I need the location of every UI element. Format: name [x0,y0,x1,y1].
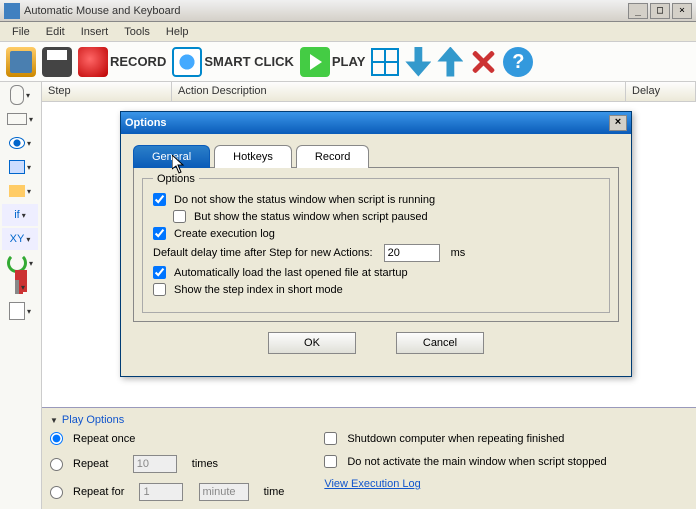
column-headers: Step Action Description Delay [42,82,696,102]
tab-general[interactable]: General [133,145,210,168]
checkbox-autoload[interactable] [153,266,166,279]
smart-click-label: SMART CLICK [204,54,294,69]
col-action[interactable]: Action Description [172,82,626,101]
eye-icon [172,47,202,77]
repeat-count-input[interactable]: 10 [133,455,177,473]
move-up-button[interactable] [437,47,463,77]
label-ms: ms [451,247,466,259]
help-icon: ? [503,47,533,77]
play-icon [300,47,330,77]
sidebar-mouse[interactable]: ▾ [2,84,38,106]
save-icon [42,47,72,77]
checkbox-create-log[interactable] [153,227,166,240]
dialog-close-button[interactable]: × [609,115,627,131]
tab-record[interactable]: Record [296,145,369,168]
delete-button[interactable] [469,48,497,76]
col-delay[interactable]: Delay [626,82,696,101]
minimize-button[interactable]: _ [628,3,648,19]
label-no-activate: Do not activate the main window when scr… [347,456,606,468]
radio-repeat[interactable] [50,458,63,471]
play-options-header[interactable]: Play Options [50,412,688,432]
repeat-for-unit[interactable]: minute [199,483,249,501]
sidebar-flag[interactable]: ▾ [2,276,38,298]
sidebar-window[interactable]: ▾ [2,156,38,178]
radio-repeat-once[interactable] [50,432,63,445]
open-button[interactable] [6,47,36,77]
checkbox-show-status-paused[interactable] [173,210,186,223]
play-options-panel: Play Options Repeat once Repeat 10 times… [42,407,696,509]
menu-help[interactable]: Help [158,24,197,40]
radio-repeat-for[interactable] [50,486,63,499]
menu-tools[interactable]: Tools [116,24,158,40]
options-dialog: Options × General Hotkeys Record Options… [120,111,632,377]
label-repeat-for: Repeat for [73,486,124,498]
dialog-titlebar[interactable]: Options × [121,112,631,134]
checkbox-hide-status[interactable] [153,193,166,206]
sidebar-loop[interactable]: ▾ [2,252,38,274]
sidebar-xy[interactable]: XY▾ [2,228,38,250]
grid-button[interactable] [371,48,399,76]
smart-click-button[interactable]: SMART CLICK [172,47,294,77]
titlebar: Automatic Mouse and Keyboard _ □ × [0,0,696,22]
record-label: RECORD [110,54,166,69]
window-title: Automatic Mouse and Keyboard [24,5,628,17]
menubar: File Edit Insert Tools Help [0,22,696,42]
label-create-log: Create execution log [174,228,275,240]
label-repeat: Repeat [73,458,108,470]
folder-open-icon [6,47,36,77]
sidebar-if[interactable]: if▾ [2,204,38,226]
label-short-index: Show the step index in short mode [174,284,343,296]
sidebar: ▾ ▾ ▾ ▾ ▾ if▾ XY▾ ▾ ▾ ▾ [0,82,42,509]
record-icon [78,47,108,77]
play-label: PLAY [332,54,365,69]
sidebar-keyboard[interactable]: ▾ [2,108,38,130]
play-button[interactable]: PLAY [300,47,365,77]
record-button[interactable]: RECORD [78,47,166,77]
sidebar-find[interactable]: ▾ [2,132,38,154]
checkbox-no-activate[interactable] [324,455,337,468]
sidebar-note[interactable]: ▾ [2,300,38,322]
label-repeat-once: Repeat once [73,433,135,445]
label-autoload: Automatically load the last opened file … [174,267,408,279]
view-execution-log-link[interactable]: View Execution Log [324,478,420,490]
maximize-button[interactable]: □ [650,3,670,19]
save-button[interactable] [42,47,72,77]
label-hide-status: Do not show the status window when scrip… [174,194,435,206]
toolbar: RECORD SMART CLICK PLAY ? [0,42,696,82]
repeat-for-value[interactable]: 1 [139,483,183,501]
checkbox-shutdown[interactable] [324,432,337,445]
help-button[interactable]: ? [503,47,533,77]
tab-hotkeys[interactable]: Hotkeys [214,145,292,168]
menu-file[interactable]: File [4,24,38,40]
app-icon [4,3,20,19]
grid-icon [371,48,399,76]
sidebar-file[interactable]: ▾ [2,180,38,202]
checkbox-short-index[interactable] [153,283,166,296]
label-shutdown: Shutdown computer when repeating finishe… [347,433,564,445]
label-show-status-paused: But show the status window when script p… [194,211,428,223]
dialog-title: Options [125,117,609,129]
label-time: time [264,486,285,498]
options-group-label: Options [153,173,199,185]
col-step[interactable]: Step [42,82,172,101]
arrow-up-icon [437,47,463,77]
menu-insert[interactable]: Insert [73,24,117,40]
ok-button[interactable]: OK [268,332,356,354]
cancel-button[interactable]: Cancel [396,332,484,354]
default-delay-input[interactable] [384,244,440,262]
close-button[interactable]: × [672,3,692,19]
label-default-delay: Default delay time after Step for new Ac… [153,247,373,259]
menu-edit[interactable]: Edit [38,24,73,40]
label-times: times [192,458,218,470]
arrow-down-icon [405,47,431,77]
delete-icon [469,48,497,76]
move-down-button[interactable] [405,47,431,77]
